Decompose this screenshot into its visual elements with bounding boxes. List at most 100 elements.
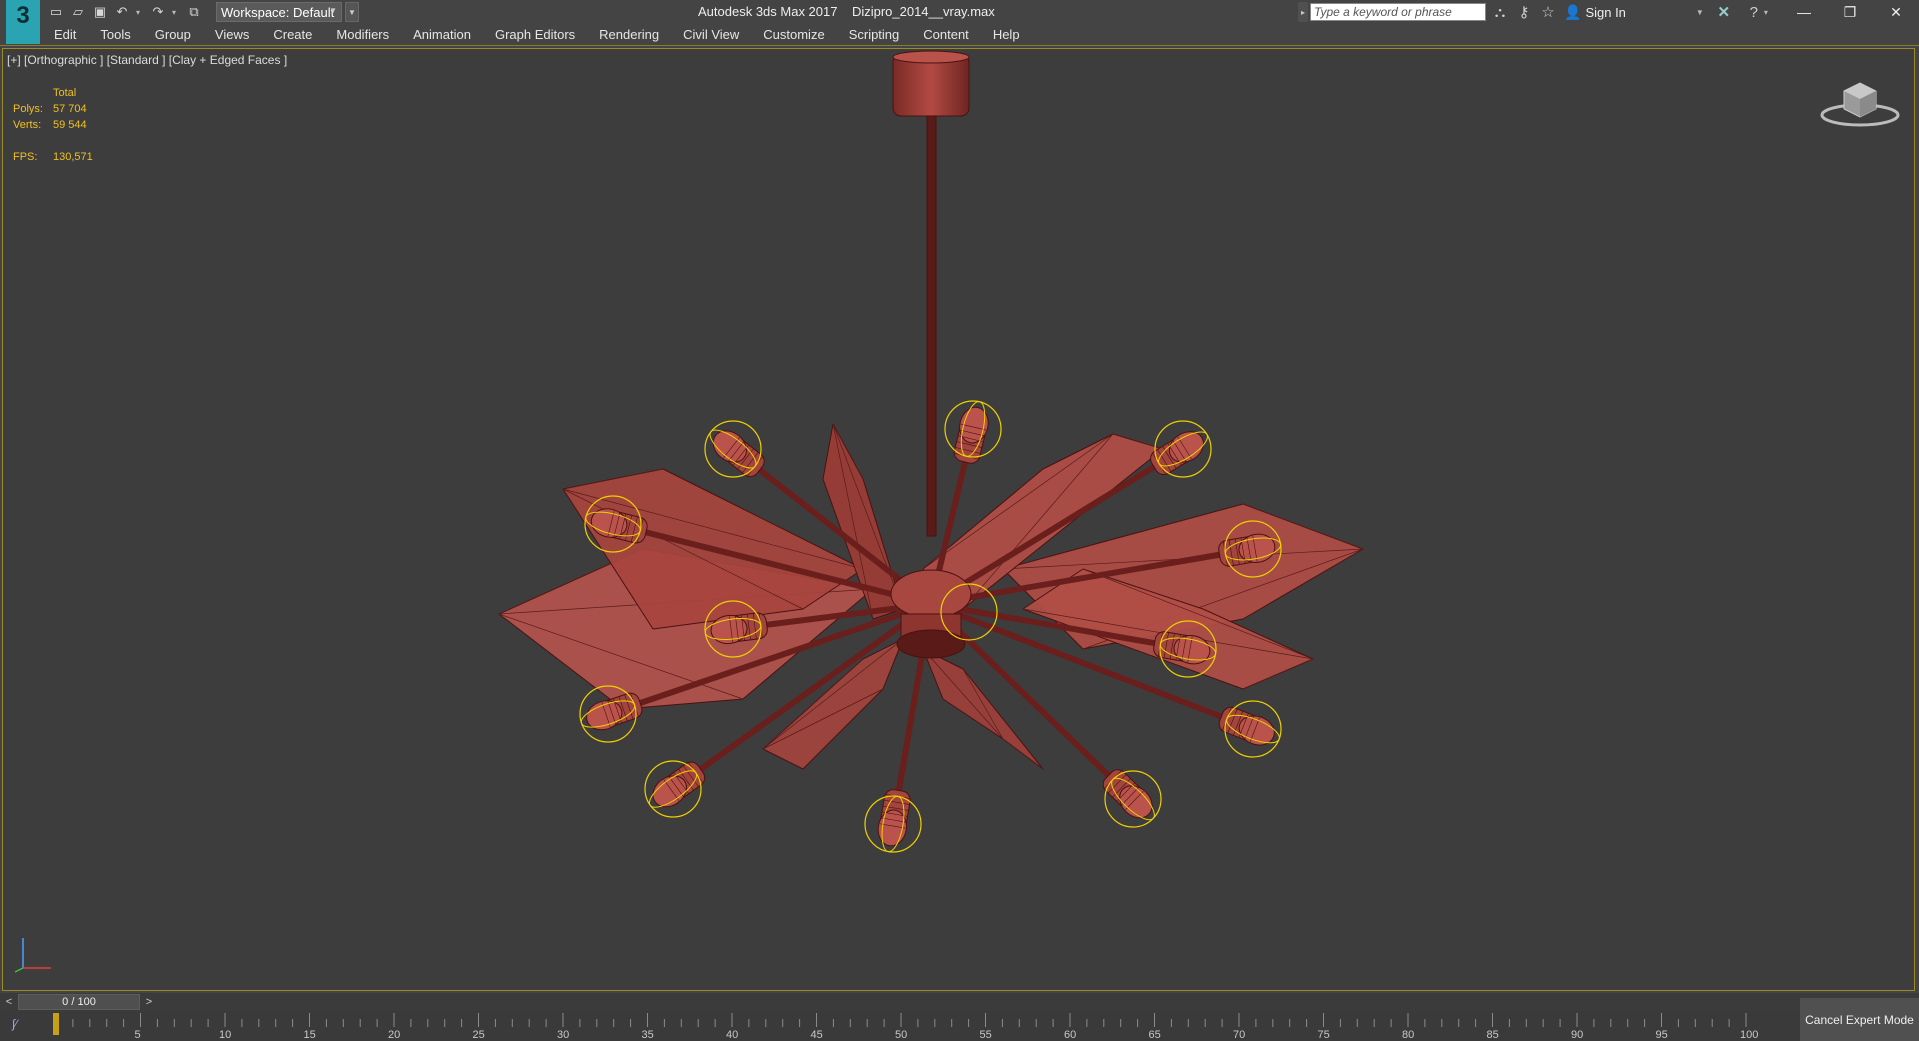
chevron-down-icon: ▼ bbox=[329, 6, 337, 15]
current-frame-marker[interactable] bbox=[53, 1013, 59, 1035]
ruler-tick-label: 50 bbox=[895, 1029, 907, 1041]
menu-modifiers[interactable]: Modifiers bbox=[336, 27, 389, 42]
cancel-expert-mode-button[interactable]: Cancel Expert Mode bbox=[1800, 998, 1919, 1041]
fps-label: FPS: bbox=[13, 151, 38, 163]
menu-group[interactable]: Group bbox=[155, 27, 191, 42]
window-title: Autodesk 3ds Max 2017 Dizipro_2014__vray… bbox=[698, 4, 995, 19]
frame-ruler[interactable]: 5 10 15 20 25 30 35 40 45 50 55 60 65 70 75 80 85 90 95 100 bbox=[0, 1011, 1790, 1041]
menu-rendering[interactable]: Rendering bbox=[599, 27, 659, 42]
menu-views[interactable]: Views bbox=[215, 27, 249, 42]
verts-label: Verts: bbox=[13, 119, 42, 131]
canopy-top bbox=[892, 50, 970, 64]
suspension-rod bbox=[926, 115, 937, 537]
star-icon[interactable]: ☆ bbox=[1538, 2, 1558, 22]
infocenter: ▸ ⛬ ⚷ ☆ 👤 Sign In ▼ ✕ ? ▾ bbox=[1298, 1, 1772, 23]
scene-statistics: Total Polys: 57 704 Verts: 59 544 FPS: 130,… bbox=[13, 85, 93, 165]
center-hub-bottom bbox=[896, 629, 966, 659]
polys-label: Polys: bbox=[13, 103, 43, 115]
menu-edit[interactable]: Edit bbox=[54, 27, 76, 42]
close-button[interactable]: ✕ bbox=[1873, 0, 1919, 24]
search-input[interactable] bbox=[1310, 3, 1486, 21]
ruler-tick-label: 85 bbox=[1487, 1029, 1499, 1041]
menu-bar: Edit Tools Group Views Create Modifiers … bbox=[0, 24, 1919, 46]
exchange-apps-icon[interactable]: ✕ bbox=[1714, 2, 1734, 22]
crystal-prism bbox=[922, 648, 1044, 770]
time-slider[interactable]: < 0 / 100 > bbox=[0, 993, 1919, 1011]
menu-create[interactable]: Create bbox=[273, 27, 312, 42]
ruler-tick-label: 75 bbox=[1318, 1029, 1330, 1041]
redo-icon[interactable]: ↷ bbox=[150, 4, 166, 20]
undo-icon[interactable]: ↶ bbox=[114, 4, 130, 20]
menu-graph-editors[interactable]: Graph Editors bbox=[495, 27, 575, 42]
sign-in-button[interactable]: 👤 Sign In ▼ bbox=[1564, 4, 1704, 21]
window-controls: — ❐ ✕ bbox=[1781, 0, 1919, 24]
ruler-tick-label: 30 bbox=[557, 1029, 569, 1041]
ruler-tick-label: 40 bbox=[726, 1029, 738, 1041]
chevron-down-icon[interactable]: ▼ bbox=[1696, 8, 1704, 17]
ruler-tick-label: 20 bbox=[388, 1029, 400, 1041]
viewport-label-menu[interactable]: [+] [Orthographic ] [Standard ] [Clay + … bbox=[7, 53, 287, 67]
verts-value: 59 544 bbox=[53, 119, 87, 131]
polys-value: 57 704 bbox=[53, 103, 87, 115]
ruler-tick-label: 10 bbox=[219, 1029, 231, 1041]
project-folder-icon[interactable]: ⧉ bbox=[186, 4, 202, 20]
user-icon: 👤 bbox=[1564, 3, 1582, 20]
viewcube-icon[interactable] bbox=[1818, 69, 1902, 129]
ruler-tick-label: 25 bbox=[473, 1029, 485, 1041]
ruler-tick-label: 95 bbox=[1656, 1029, 1668, 1041]
undo-dropdown-icon[interactable]: ▾ bbox=[136, 8, 144, 17]
help-dropdown-icon[interactable]: ▾ bbox=[1764, 8, 1772, 17]
perspective-viewport[interactable]: [+] [Orthographic ] [Standard ] [Clay + … bbox=[2, 48, 1915, 991]
chandelier-geometry bbox=[498, 50, 1364, 853]
key-icon[interactable]: ⚷ bbox=[1514, 2, 1534, 22]
time-slider-label: 0 / 100 bbox=[62, 996, 96, 1008]
menu-scripting[interactable]: Scripting bbox=[849, 27, 900, 42]
help-icon[interactable]: ? bbox=[1744, 2, 1764, 22]
ruler-tick-label: 45 bbox=[811, 1029, 823, 1041]
ruler-tick-label: 5 bbox=[135, 1029, 141, 1041]
fps-value: 130,571 bbox=[53, 151, 93, 163]
track-bar[interactable]: ∫∕ 5 10 15 20 25 30 35 40 45 50 55 60 65 70 75 80 85 90 95… bbox=[0, 998, 1919, 1041]
app-title: Autodesk 3ds Max 2017 bbox=[698, 4, 838, 19]
ruler-tick-label: 65 bbox=[1149, 1029, 1161, 1041]
restore-button[interactable]: ❐ bbox=[1827, 0, 1873, 24]
menu-tools[interactable]: Tools bbox=[100, 27, 130, 42]
quick-access-toolbar: ▭ ▱ ▣ ↶ ▾ ↷ ▾ ⧉ bbox=[48, 2, 202, 22]
ruler-ticks: 5 10 15 20 25 30 35 40 45 50 55 60 65 70 75 80 85 90 95 100 bbox=[53, 1013, 1758, 1041]
sign-in-label: Sign In bbox=[1585, 4, 1626, 20]
workspace-label: Workspace: Default bbox=[221, 4, 335, 20]
menu-content[interactable]: Content bbox=[923, 27, 969, 42]
menu-customize[interactable]: Customize bbox=[763, 27, 824, 42]
ruler-tick-label: 35 bbox=[642, 1029, 654, 1041]
ruler-tick-label: 70 bbox=[1233, 1029, 1245, 1041]
time-slider-thumb[interactable]: 0 / 100 bbox=[18, 994, 140, 1010]
open-file-icon[interactable]: ▱ bbox=[70, 4, 86, 20]
menu-animation[interactable]: Animation bbox=[413, 27, 471, 42]
stats-header: Total bbox=[53, 87, 77, 99]
ruler-tick-label: 55 bbox=[980, 1029, 992, 1041]
workspace-select[interactable]: Workspace: Default ▼ bbox=[216, 2, 342, 22]
new-file-icon[interactable]: ▭ bbox=[48, 4, 64, 20]
ruler-tick-label: 90 bbox=[1571, 1029, 1583, 1041]
ruler-tick-label: 60 bbox=[1064, 1029, 1076, 1041]
cancel-expert-label: Cancel Expert Mode bbox=[1805, 1012, 1914, 1027]
minimize-button[interactable]: — bbox=[1781, 0, 1827, 24]
ruler-tick-label: 100 bbox=[1740, 1029, 1758, 1041]
menu-civil-view[interactable]: Civil View bbox=[683, 27, 739, 42]
ruler-tick-label: 80 bbox=[1402, 1029, 1414, 1041]
save-icon[interactable]: ▣ bbox=[92, 4, 108, 20]
app-logo-button[interactable]: 3 bbox=[6, 0, 40, 44]
lamp-socket bbox=[953, 406, 989, 464]
search-collapse-button[interactable]: ▸ bbox=[1298, 2, 1308, 22]
title-bar: 3 ▭ ▱ ▣ ↶ ▾ ↷ ▾ ⧉ Workspace: Default ▼ ▼… bbox=[0, 0, 1919, 44]
binoculars-icon[interactable]: ⛬ bbox=[1490, 2, 1510, 22]
next-frame-button[interactable]: > bbox=[142, 994, 156, 1010]
quick-access-customize-button[interactable]: ▼ bbox=[345, 2, 359, 22]
menu-help[interactable]: Help bbox=[993, 27, 1020, 42]
chandelier-model[interactable] bbox=[3, 49, 1914, 990]
ruler-tick-label: 15 bbox=[304, 1029, 316, 1041]
file-name: Dizipro_2014__vray.max bbox=[851, 4, 995, 19]
previous-frame-button[interactable]: < bbox=[2, 994, 16, 1010]
axis-tripod-icon bbox=[14, 938, 51, 973]
redo-dropdown-icon[interactable]: ▾ bbox=[172, 8, 180, 17]
